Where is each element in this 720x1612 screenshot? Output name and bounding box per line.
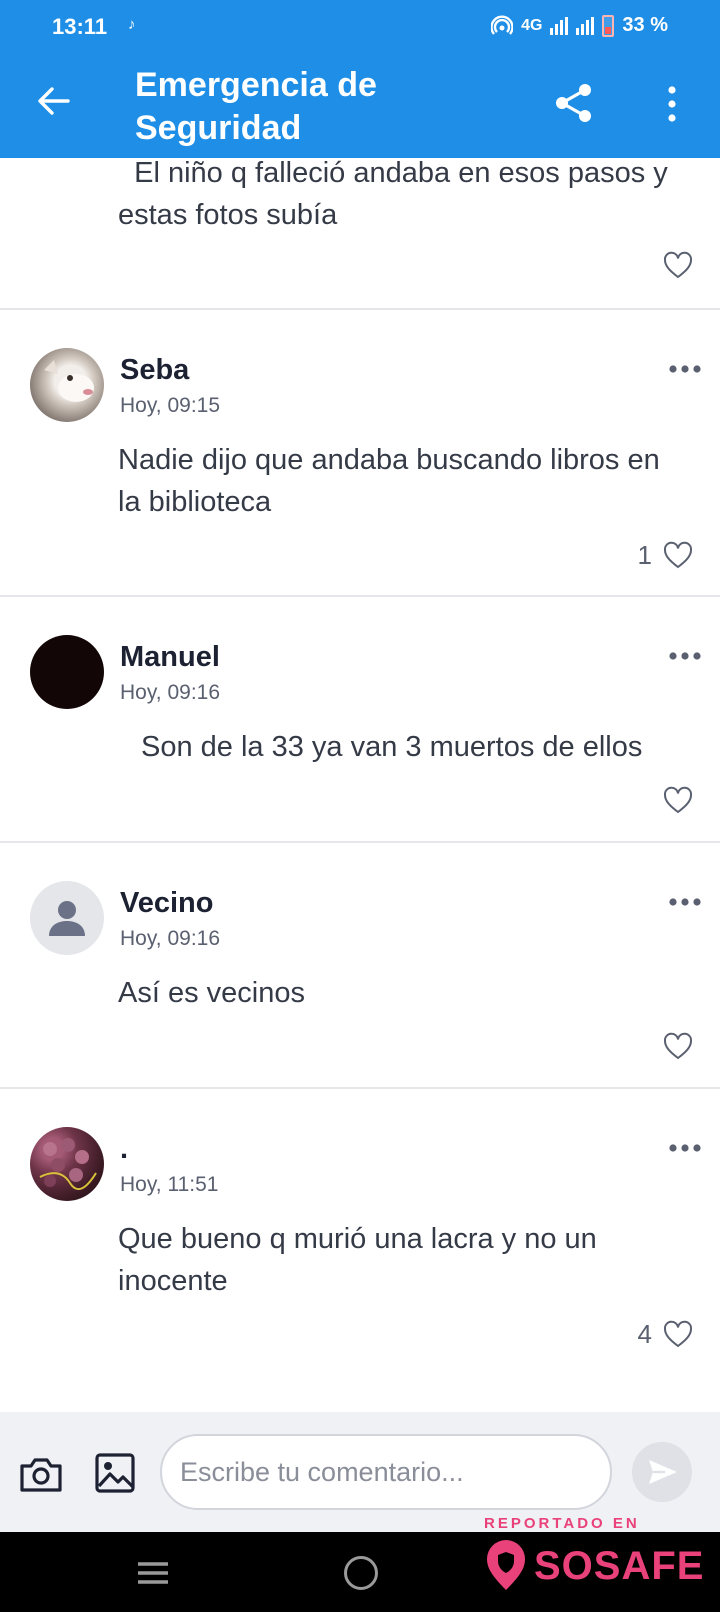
network-type: 4G <box>521 16 543 34</box>
comment-text: Así es vecinos <box>118 977 305 1009</box>
comment-item: Vecino Hoy, 09:16 Así es vecinos <box>0 843 720 1089</box>
top-bar: 13:11 ♪ 4G 33 % Emergencia de Seguridad <box>0 0 720 158</box>
comment-author[interactable]: Vecino <box>120 887 214 920</box>
battery-level: 33 % <box>622 14 668 36</box>
status-time: 13:11 <box>52 14 108 39</box>
heart-icon[interactable] <box>662 1031 694 1061</box>
app-bar: Emergencia de Seguridad <box>0 54 720 158</box>
avatar[interactable] <box>30 1127 104 1201</box>
camera-icon[interactable] <box>18 1454 64 1494</box>
comment-composer <box>0 1412 720 1532</box>
image-icon[interactable] <box>94 1452 136 1494</box>
signal-icon-2 <box>576 16 595 35</box>
comment-text: El niño q falleció andaba en esos pasos … <box>118 158 676 231</box>
shield-pin-icon <box>487 1540 525 1590</box>
page-title: Emergencia de Seguridad <box>135 66 377 147</box>
status-indicators: 4G 33 % <box>491 14 668 37</box>
reported-label: REPORTADO EN <box>484 1515 640 1532</box>
heart-icon[interactable] <box>662 785 694 815</box>
comment-item: . Hoy, 11:51 Que bueno q murió una lacra… <box>0 1089 720 1376</box>
more-horizontal-icon[interactable] <box>668 895 702 909</box>
heart-icon[interactable] <box>662 1319 694 1349</box>
home-icon[interactable] <box>344 1556 378 1590</box>
hotspot-icon <box>491 15 514 35</box>
heart-icon[interactable] <box>662 540 694 570</box>
avatar[interactable] <box>30 348 104 422</box>
comment-item: Seba Hoy, 09:15 Nadie dijo que andaba bu… <box>0 310 720 597</box>
like-count: 1 <box>637 540 652 570</box>
comment-text: Son de la 33 ya van 3 muertos de ellos <box>141 731 643 763</box>
more-vertical-icon[interactable] <box>662 84 682 124</box>
comment-input[interactable] <box>160 1434 612 1510</box>
share-icon[interactable] <box>553 82 595 124</box>
signal-icon <box>550 16 569 35</box>
back-arrow-icon[interactable] <box>34 82 72 120</box>
comment-author[interactable]: Manuel <box>120 641 220 674</box>
heart-icon[interactable] <box>662 250 694 280</box>
like-count: 4 <box>637 1319 652 1349</box>
brand-name: SOSAFE <box>534 1543 705 1588</box>
battery-icon <box>602 14 615 37</box>
comment-item: Manuel Hoy, 09:16 Son de la 33 ya van 3 … <box>0 597 720 843</box>
comment-timestamp: Hoy, 11:51 <box>120 1173 219 1196</box>
tiktok-notification-icon: ♪ <box>128 16 136 33</box>
sosafe-logo: SOSAFE <box>484 1540 704 1592</box>
default-user-icon <box>49 901 85 936</box>
comment-timestamp: Hoy, 09:16 <box>120 681 221 704</box>
comment-text: Nadie dijo que andaba buscando libros en… <box>118 444 660 518</box>
avatar[interactable] <box>30 635 104 709</box>
comment-author[interactable]: Seba <box>120 354 189 387</box>
comment-timestamp: Hoy, 09:15 <box>120 394 221 417</box>
send-icon <box>649 1460 677 1484</box>
comments-feed[interactable]: El niño q falleció andaba en esos pasos … <box>0 158 720 1412</box>
send-button[interactable] <box>632 1442 692 1502</box>
menu-icon[interactable] <box>136 1560 170 1586</box>
comment-item: El niño q falleció andaba en esos pasos … <box>0 158 720 310</box>
comment-timestamp: Hoy, 09:16 <box>120 927 221 950</box>
comment-author[interactable]: . <box>120 1133 128 1166</box>
more-horizontal-icon[interactable] <box>668 362 702 376</box>
system-nav-bar: SOSAFE <box>0 1532 720 1612</box>
avatar-photo <box>44 360 94 402</box>
comment-text: Que bueno q murió una lacra y no un inoc… <box>118 1223 597 1297</box>
avatar[interactable] <box>30 881 104 955</box>
more-horizontal-icon[interactable] <box>668 1141 702 1155</box>
avatar-photo <box>39 1138 97 1191</box>
more-horizontal-icon[interactable] <box>668 649 702 663</box>
status-bar: 13:11 ♪ 4G 33 % <box>0 0 720 54</box>
